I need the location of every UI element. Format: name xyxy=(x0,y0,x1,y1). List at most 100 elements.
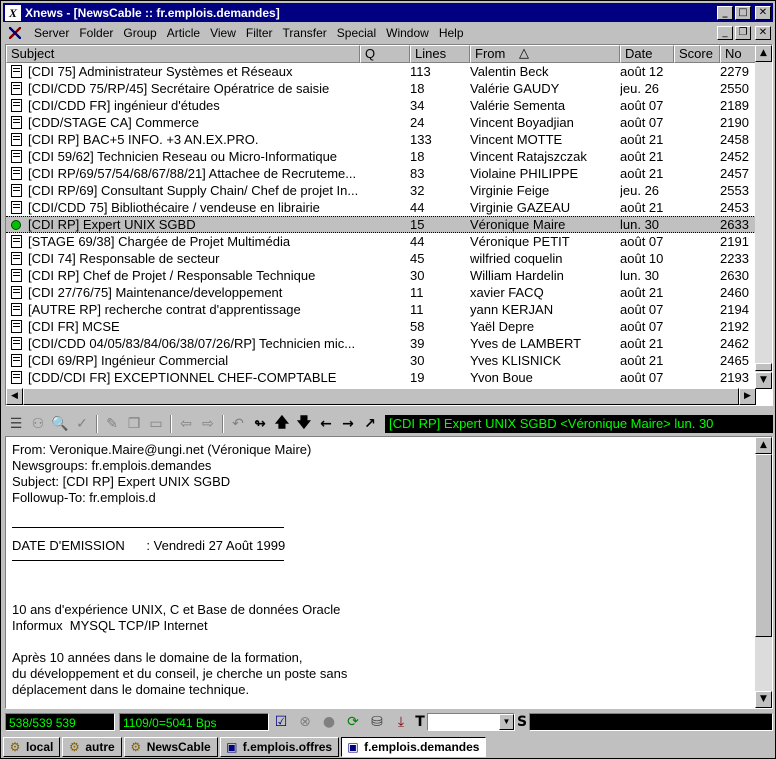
article-row[interactable]: [CDI/CDD FR] ingénieur d'études 34 Valérie… xyxy=(6,97,756,114)
scroll-left-icon[interactable]: ◀ xyxy=(6,388,23,405)
article-row[interactable]: [CDD/CDI FR] EXCEPTIONNEL CHEF-COMPTABLE… xyxy=(6,369,756,386)
menu-folder[interactable]: Folder xyxy=(74,26,118,40)
jump-icon[interactable]: ↗ xyxy=(359,414,381,434)
col-lines[interactable]: Lines xyxy=(410,45,470,63)
document-icon xyxy=(10,252,22,265)
article-row[interactable]: [CDI RP] Chef de Projet / Responsable Te… xyxy=(6,267,756,284)
article-row[interactable]: [CDI 69/RP] Ingénieur Commercial 30 Yves K… xyxy=(6,352,756,369)
message-pane[interactable]: From: Veronique.Maire@ungi.net (Véroniqu… xyxy=(5,436,773,709)
list-horizontal-scrollbar[interactable]: ◀ ▶ xyxy=(6,388,756,405)
article-row[interactable]: [CDI RP/69/57/54/68/67/88/21] Attachee d… xyxy=(6,165,756,182)
col-q[interactable]: Q xyxy=(360,45,410,63)
close-icon[interactable]: ✕ xyxy=(755,5,771,20)
article-lines: 44 xyxy=(410,200,425,215)
menu-article[interactable]: Article xyxy=(162,26,205,40)
filter-combo[interactable]: ▼ xyxy=(427,713,515,731)
article-row[interactable]: [CDI RP] Expert UNIX SGBD 15 Véronique Mai… xyxy=(6,216,756,233)
col-no[interactable]: No xyxy=(720,45,756,63)
undo-icon[interactable]: ↶ xyxy=(227,414,249,434)
filter-letter[interactable]: T xyxy=(413,712,427,732)
article-row[interactable]: [CDI/CDD 75] Bibliothécaire / vendeuse e… xyxy=(6,199,756,216)
article-row[interactable]: [CDI 75] Administrateur Systèmes et Rése… xyxy=(6,63,756,80)
article-subject: [CDI/CDD 75/RP/45] Secrétaire Opératrice… xyxy=(28,81,330,96)
maximize-icon[interactable]: □ xyxy=(735,5,751,20)
tab-4[interactable]: ▣ f.emplois.demandes xyxy=(341,737,487,757)
menu-group[interactable]: Group xyxy=(118,26,161,40)
body-scroll-down-icon[interactable]: ▼ xyxy=(755,691,772,708)
body-scroll-thumb[interactable] xyxy=(755,454,772,637)
menu-window[interactable]: Window xyxy=(381,26,434,40)
find-icon[interactable]: 🔍 xyxy=(49,414,71,434)
child-close-icon[interactable]: ✕ xyxy=(755,26,771,40)
bomb-icon[interactable]: ● xyxy=(317,712,341,732)
toolbar-separator xyxy=(170,415,172,433)
list-vertical-scrollbar[interactable]: ▲ ▼ xyxy=(755,45,772,389)
row-icon-cell xyxy=(6,371,26,384)
tab-1[interactable]: ⚙ autre xyxy=(62,737,122,757)
child-restore-icon[interactable]: ❐ xyxy=(735,26,751,40)
scroll-right-icon[interactable]: ▶ xyxy=(739,388,756,405)
back-icon[interactable]: ⇦ xyxy=(175,414,197,434)
menu-special[interactable]: Special xyxy=(332,26,381,40)
minimize-icon[interactable]: _ xyxy=(717,5,733,20)
article-row[interactable]: [CDD/STAGE CA] Commerce 24 Vincent Boyadji… xyxy=(6,114,756,131)
article-row[interactable]: [CDI/CDD 75/RP/45] Secrétaire Opératrice… xyxy=(6,80,756,97)
thread-view-icon[interactable]: ☰ xyxy=(5,414,27,434)
arrow-right-icon[interactable]: → xyxy=(337,414,359,434)
article-row[interactable]: [CDI 27/76/75] Maintenance/developpement… xyxy=(6,284,756,301)
copy-icon[interactable]: ❐ xyxy=(123,414,145,434)
arrow-left-icon[interactable]: ← xyxy=(315,414,337,434)
menu-filter[interactable]: Filter xyxy=(241,26,278,40)
arrow-down-icon[interactable]: 🡇 xyxy=(293,414,315,434)
mdi-child-icon[interactable] xyxy=(7,25,25,41)
menu-server[interactable]: Server xyxy=(29,26,74,40)
list-hscroll-thumb[interactable] xyxy=(23,388,739,405)
article-row[interactable]: [AUTRE RP] recherche contrat d'apprentis… xyxy=(6,301,756,318)
col-from[interactable]: From △ xyxy=(470,45,620,63)
article-row[interactable]: [CDI RP/69] Consultant Supply Chain/ Che… xyxy=(6,182,756,199)
article-subject: [CDI RP] Expert UNIX SGBD xyxy=(28,217,196,232)
xnews-app-icon[interactable]: X xyxy=(5,4,21,21)
spool-icon[interactable]: ⛁ xyxy=(365,712,389,732)
checkmark-icon[interactable]: ☑ xyxy=(269,712,293,732)
tab-3[interactable]: ▣ f.emplois.offres xyxy=(219,737,340,757)
row-icon-cell xyxy=(6,269,26,282)
download-icon[interactable]: ⤓ xyxy=(389,712,413,732)
mark-icon[interactable]: ✓ xyxy=(71,414,93,434)
header-from: From: Veronique.Maire@ungi.net (Véroniqu… xyxy=(12,442,312,457)
tab-0[interactable]: ⚙ local xyxy=(3,737,61,757)
save-icon[interactable]: ▭ xyxy=(145,414,167,434)
col-date[interactable]: Date xyxy=(620,45,674,63)
article-number: 2462 xyxy=(720,336,749,351)
arrow-up-icon[interactable]: 🡅 xyxy=(271,414,293,434)
message-vertical-scrollbar[interactable]: ▲ ▼ xyxy=(755,437,772,708)
scroll-up-icon[interactable]: ▲ xyxy=(755,45,772,62)
article-number: 2279 xyxy=(720,64,749,79)
article-row[interactable]: [STAGE 69/38] Chargée de Projet Multiméd… xyxy=(6,233,756,250)
list-scroll-thumb[interactable] xyxy=(755,363,772,371)
body-scroll-up-icon[interactable]: ▲ xyxy=(755,437,772,454)
col-score[interactable]: Score xyxy=(674,45,720,63)
stop-icon[interactable]: ⊗ xyxy=(293,712,317,732)
article-row[interactable]: [CDI FR] MCSE 58 Yaël Depre août 07 2192 xyxy=(6,318,756,335)
article-row[interactable]: [CDI/CDD 04/05/83/84/06/38/07/26/RP] Tec… xyxy=(6,335,756,352)
title-bar[interactable]: X Xnews - [NewsCable :: fr.emplois.deman… xyxy=(3,3,773,22)
menu-transfer[interactable]: Transfer xyxy=(278,26,332,40)
col-subject[interactable]: Subject xyxy=(6,45,360,63)
edit-icon[interactable]: ✎ xyxy=(101,414,123,434)
row-icon-cell xyxy=(6,116,26,129)
forward-icon[interactable]: ⇨ xyxy=(197,414,219,434)
row-icon-cell xyxy=(6,82,26,95)
tab-2[interactable]: ⚙ NewsCable xyxy=(123,737,218,757)
child-minimize-icon[interactable]: _ xyxy=(717,26,733,40)
article-row[interactable]: [CDI 74] Responsable de secteur 45 wilfrie… xyxy=(6,250,756,267)
chevron-down-icon[interactable]: ▼ xyxy=(499,714,514,730)
next-unread-icon[interactable]: ↬ xyxy=(249,414,271,434)
menu-view[interactable]: View xyxy=(205,26,241,40)
article-row[interactable]: [CDI RP] BAC+5 INFO. +3 AN.EX.PRO. 133 Vin… xyxy=(6,131,756,148)
article-row[interactable]: [CDI 59/62] Technicien Reseau ou Micro-I… xyxy=(6,148,756,165)
menu-help[interactable]: Help xyxy=(434,26,469,40)
refresh-icon[interactable]: ⟳ xyxy=(341,712,365,732)
scroll-down-icon[interactable]: ▼ xyxy=(755,372,772,389)
author-icon[interactable]: ⚇ xyxy=(27,414,49,434)
